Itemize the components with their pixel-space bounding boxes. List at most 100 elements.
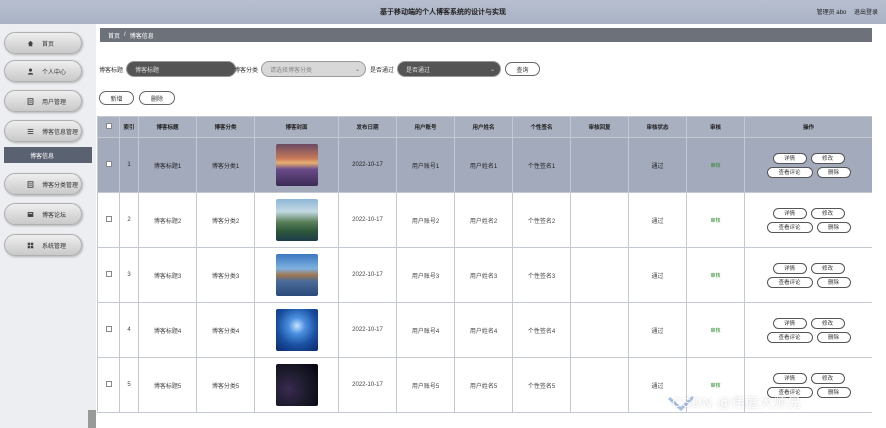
detail-button[interactable]: 详情 [772,372,807,384]
row-select-cell[interactable] [97,302,120,358]
header-right: 管理员 abo 退出登录 [811,7,878,16]
cell-reply [570,192,629,248]
edit-button[interactable]: 修改 [810,152,845,164]
sidebar-item-label: 用户管理 [42,99,67,106]
cell-reply [570,247,629,303]
logout-link[interactable]: 退出登录 [854,10,878,16]
cell-account: 用户账号3 [396,247,455,303]
blog-table: 索引 博客标题 博客分类 博客封面 发布日期 用户账号 用户姓名 个性签名 审核… [97,116,872,428]
cell-account: 用户账号1 [396,137,455,193]
detail-button[interactable]: 详情 [772,262,807,274]
cell-date: 2022-10-17 [338,302,397,358]
search-pass-placeholder: 是否通过 [406,67,431,74]
cell-date: 2022-10-17 [338,247,397,303]
cell-ops: 详情 修改 查看评论 删除 [744,247,872,303]
detail-button[interactable]: 详情 [772,152,807,164]
column-header: 个性签名 [512,116,571,138]
cell-date: 2022-10-17 [338,192,397,248]
row-delete-button[interactable]: 删除 [816,221,851,233]
column-header: 博客标题 [138,116,197,138]
search-category-placeholder: 请选择博客分类 [270,67,313,74]
row-select-cell[interactable] [97,192,120,248]
detail-button[interactable]: 详情 [772,207,807,219]
cell-category: 博客分类4 [196,302,255,358]
category-icon [27,180,34,188]
cell-reply [570,137,629,193]
user-icon [27,68,34,75]
search-button[interactable]: 查询 [505,62,540,76]
row-select-cell[interactable] [97,137,120,193]
sidebar-item-profile[interactable]: 个人中心 [4,60,82,82]
view-comments-button[interactable]: 查看评论 [766,221,813,233]
edit-button[interactable]: 修改 [810,207,845,219]
table-row[interactable]: 4 博客标题4 博客分类4 2022-10-17 用户账号4 用户姓名4 个性签… [97,302,872,358]
cell-index: 1 [119,137,139,193]
sidebar-subitem-blog-info[interactable]: 博客信息 [4,147,92,163]
cell-title: 博客标题4 [138,302,197,358]
chevron-down-icon: ⌄ [354,67,361,73]
row-checkbox[interactable] [105,326,112,332]
row-checkbox[interactable] [105,216,112,222]
breadcrumb-home[interactable]: 首页 [108,31,120,40]
delete-button[interactable]: 删除 [139,91,175,105]
row-delete-button[interactable]: 删除 [816,331,851,343]
cell-audit: 审核 [686,137,745,193]
cell-signature: 个性签名1 [512,137,571,193]
sidebar-item-label: 博客信息管理 [42,129,79,136]
add-button[interactable]: 新增 [99,91,134,105]
search-title-input[interactable]: 博客标题 [126,61,237,77]
detail-button[interactable]: 详情 [772,317,807,329]
row-delete-button[interactable]: 删除 [816,166,851,178]
sidebar-item-system[interactable]: 系统管理 [4,234,82,256]
sidebar-item-home[interactable]: 首页 [4,32,82,54]
audit-link[interactable]: 审核 [710,218,720,224]
sidebar-item-blog-info[interactable]: 博客信息管理 [4,120,82,142]
table-row[interactable]: 1 博客标题1 博客分类1 2022-10-17 用户账号1 用户姓名1 个性签… [97,137,872,193]
users-icon [27,97,34,105]
column-header: 博客封面 [254,116,339,138]
view-comments-button[interactable]: 查看评论 [766,166,813,178]
audit-link[interactable]: 审核 [710,383,720,389]
row-actions: 详情 修改 查看评论 删除 [749,152,869,178]
cell-category: 博客分类2 [196,192,255,248]
breadcrumb-separator: / [124,32,126,38]
row-checkbox[interactable] [105,271,112,277]
view-comments-button[interactable]: 查看评论 [766,331,813,343]
column-header: 用户姓名 [454,116,513,138]
select-all-checkbox[interactable] [105,123,112,129]
blog-cover-image [275,199,318,241]
audit-link[interactable]: 审核 [710,328,720,334]
row-select-cell[interactable] [97,247,120,303]
row-checkbox[interactable] [105,161,112,167]
audit-link[interactable]: 审核 [710,273,720,279]
cell-signature: 个性签名4 [512,302,571,358]
cell-name: 用户姓名3 [454,247,513,303]
search-pass-select[interactable]: 是否通过 ⌄ [397,61,502,77]
edit-button[interactable]: 修改 [810,262,845,274]
audit-link[interactable]: 审核 [710,163,720,169]
sidebar-item-forum[interactable]: 博客论坛 [4,203,82,225]
row-delete-button[interactable]: 删除 [816,276,851,288]
forum-icon [27,211,34,218]
view-comments-button[interactable]: 查看评论 [766,276,813,288]
table-row[interactable]: 2 博客标题2 博客分类2 2022-10-17 用户账号2 用户姓名2 个性签… [97,192,872,248]
cell-category: 博客分类1 [196,137,255,193]
table-row[interactable]: 3 博客标题3 博客分类3 2022-10-17 用户账号3 用户姓名3 个性签… [97,247,872,303]
column-header: 索引 [119,116,139,138]
edit-button[interactable]: 修改 [810,372,845,384]
select-all-cell[interactable] [97,116,120,138]
row-delete-button[interactable]: 删除 [816,386,851,398]
cell-index: 2 [119,192,139,248]
cell-reply [570,357,629,413]
chevron-down-icon: ⌄ [489,67,496,73]
edit-button[interactable]: 修改 [810,317,845,329]
cell-title: 博客标题2 [138,192,197,248]
search-category-select[interactable]: 请选择博客分类 ⌄ [261,61,367,77]
cell-audit: 审核 [686,247,745,303]
sidebar-scrollbar[interactable] [88,410,96,428]
cell-status: 通过 [628,247,687,303]
sidebar-item-users[interactable]: 用户管理 [4,90,82,112]
row-select-cell[interactable] [97,357,120,413]
row-checkbox[interactable] [105,381,112,387]
sidebar-item-category[interactable]: 博客分类管理 [4,173,82,195]
